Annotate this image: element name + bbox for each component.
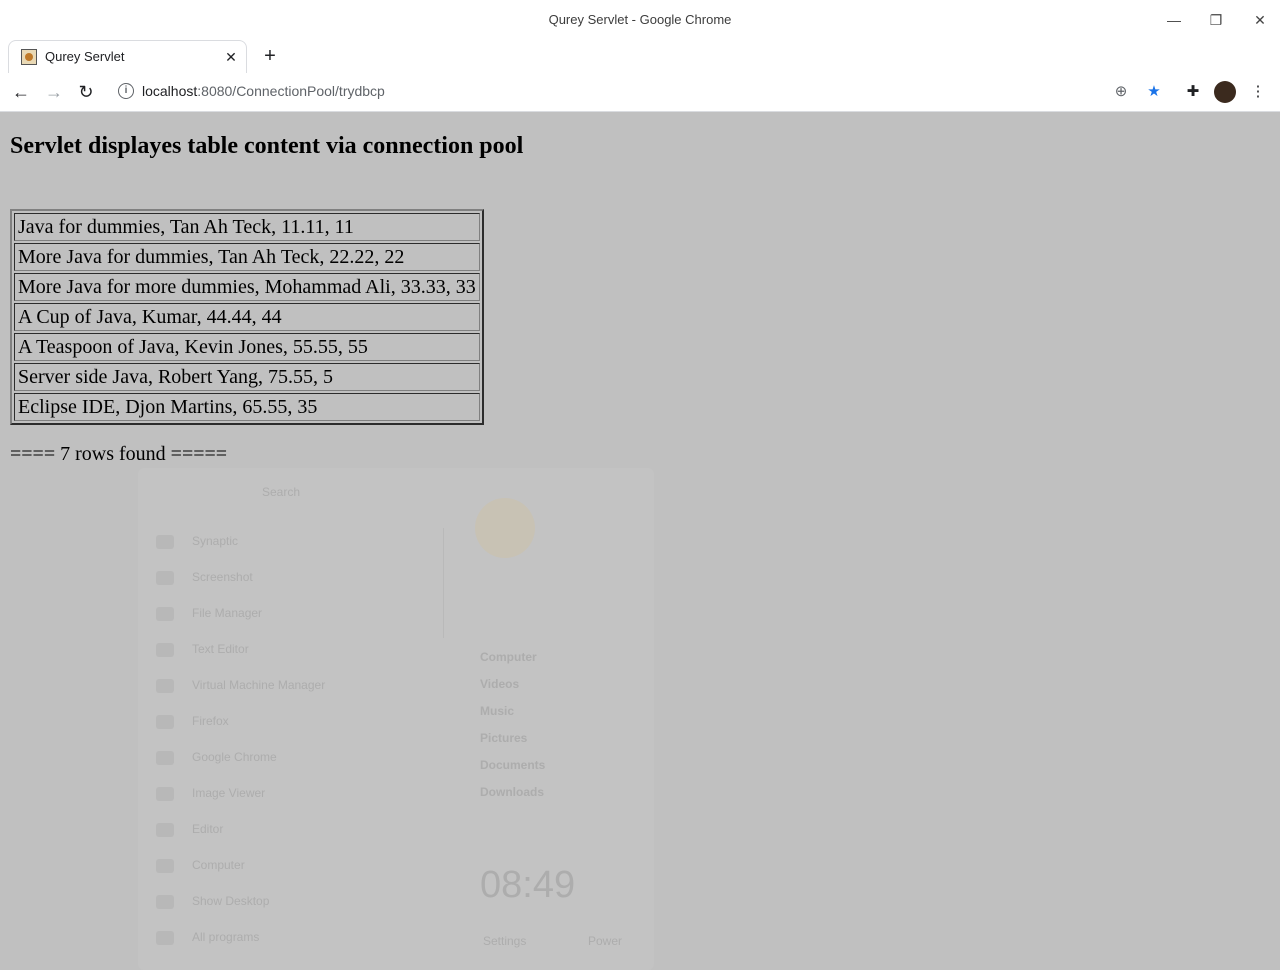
tab-close-icon[interactable]: ✕ — [222, 48, 240, 66]
forward-icon[interactable]: → — [43, 81, 65, 103]
menu-app-label: Virtual Machine Manager — [192, 678, 326, 692]
menu-app-item[interactable]: Synaptic — [156, 534, 238, 552]
menu-place-item[interactable]: Music — [480, 704, 514, 718]
menu-app-item[interactable]: Editor — [156, 822, 223, 840]
tab-qurey-servlet[interactable]: Qurey Servlet ✕ — [8, 40, 247, 73]
menu-settings[interactable]: Settings — [483, 934, 526, 948]
menu-power[interactable]: Power — [588, 934, 622, 948]
table-cell: A Cup of Java, Kumar, 44.44, 44 — [14, 303, 480, 331]
menu-app-item[interactable]: All programs — [156, 930, 259, 948]
menu-divider — [443, 528, 444, 638]
menu-app-label: Show Desktop — [192, 894, 270, 908]
results-table-body: Java for dummies, Tan Ah Teck, 11.11, 11… — [14, 213, 480, 421]
url-path: :8080/ConnectionPool/trydbcp — [197, 83, 385, 99]
app-icon — [156, 930, 174, 945]
app-icon — [156, 858, 174, 873]
address-bar[interactable]: i localhost:8080/ConnectionPool/trydbcp — [112, 77, 1172, 107]
menu-search[interactable]: Search — [262, 485, 300, 499]
app-icon — [156, 822, 174, 837]
app-icon — [156, 534, 174, 549]
menu-app-item[interactable]: Show Desktop — [156, 894, 269, 912]
menu-place-item[interactable]: Downloads — [480, 785, 544, 799]
menu-app-item[interactable]: Text Editor — [156, 642, 249, 660]
menu-place-item[interactable]: Computer — [480, 650, 537, 664]
rows-found-text: ==== 7 rows found ===== — [10, 443, 228, 465]
table-row: A Cup of Java, Kumar, 44.44, 44 — [14, 303, 480, 331]
menu-app-label: All programs — [192, 930, 260, 944]
menu-app-label: Editor — [192, 822, 224, 836]
table-cell: More Java for more dummies, Mohammad Ali… — [14, 273, 480, 301]
table-row: Eclipse IDE, Djon Martins, 65.55, 35 — [14, 393, 480, 421]
app-icon — [156, 714, 174, 729]
site-info-icon[interactable]: i — [118, 83, 134, 99]
app-icon — [156, 750, 174, 765]
table-row: More Java for dummies, Tan Ah Teck, 22.2… — [14, 243, 480, 271]
app-icon — [156, 606, 174, 621]
results-table: Java for dummies, Tan Ah Teck, 11.11, 11… — [10, 209, 484, 425]
menu-app-label: Computer — [192, 858, 245, 872]
menu-app-item[interactable]: Firefox — [156, 714, 229, 732]
extensions-icon[interactable]: ✚ — [1183, 82, 1203, 102]
table-row: A Teaspoon of Java, Kevin Jones, 55.55, … — [14, 333, 480, 361]
menu-app-label: Image Viewer — [192, 786, 266, 800]
menu-app-label: File Manager — [192, 606, 263, 620]
start-menu-overlay: Search Synaptic Screenshot File Manager Tex… — [138, 468, 654, 970]
url-host: localhost — [142, 83, 198, 99]
menu-app-item[interactable]: Computer — [156, 858, 245, 876]
table-row: More Java for more dummies, Mohammad Ali… — [14, 273, 480, 301]
menu-icon[interactable]: ⋮ — [1248, 82, 1268, 102]
menu-app-label: Synaptic — [192, 534, 239, 548]
tab-title: Qurey Servlet — [45, 49, 125, 64]
back-icon[interactable]: ← — [10, 81, 32, 103]
menu-app-item[interactable]: Screenshot — [156, 570, 253, 588]
browser-toolbar: ← → ↻ i localhost:8080/ConnectionPool/tr… — [0, 73, 1280, 112]
table-row: Server side Java, Robert Yang, 75.55, 5 — [14, 363, 480, 391]
menu-app-label: Firefox — [192, 714, 229, 728]
table-cell: Server side Java, Robert Yang, 75.55, 5 — [14, 363, 480, 391]
profile-avatar[interactable] — [1214, 81, 1236, 103]
menu-app-item[interactable]: Image Viewer — [156, 786, 265, 804]
table-cell: More Java for dummies, Tan Ah Teck, 22.2… — [14, 243, 480, 271]
app-icon — [156, 894, 174, 909]
menu-app-item[interactable]: Google Chrome — [156, 750, 277, 768]
app-icon — [156, 786, 174, 801]
new-tab-button[interactable]: + — [260, 45, 280, 67]
menu-place-item[interactable]: Videos — [480, 677, 519, 691]
zoom-icon[interactable]: ⊕ — [1111, 82, 1131, 102]
menu-clock: 08:49 — [480, 864, 576, 906]
restore-button[interactable]: ❐ — [1206, 10, 1226, 30]
bookmark-star-icon[interactable]: ★ — [1144, 82, 1164, 102]
menu-app-item[interactable]: File Manager — [156, 606, 262, 624]
table-cell: A Teaspoon of Java, Kevin Jones, 55.55, … — [14, 333, 480, 361]
app-icon — [156, 570, 174, 585]
menu-place-item[interactable]: Pictures — [480, 731, 527, 745]
menu-app-label: Screenshot — [192, 570, 253, 584]
close-window-button[interactable]: ✕ — [1250, 10, 1270, 30]
table-row: Java for dummies, Tan Ah Teck, 11.11, 11 — [14, 213, 480, 241]
menu-app-label: Google Chrome — [192, 750, 277, 764]
window-titlebar: Qurey Servlet - Google Chrome — ❐ ✕ — [0, 0, 1280, 40]
window-title: Qurey Servlet - Google Chrome — [548, 12, 732, 27]
menu-app-label: Text Editor — [192, 642, 249, 656]
menu-app-item[interactable]: Virtual Machine Manager — [156, 678, 325, 696]
app-icon — [156, 642, 174, 657]
reload-icon[interactable]: ↻ — [75, 81, 97, 103]
favicon-icon — [21, 49, 37, 65]
url-text[interactable]: localhost:8080/ConnectionPool/trydbcp — [142, 83, 385, 99]
table-cell: Eclipse IDE, Djon Martins, 65.55, 35 — [14, 393, 480, 421]
menu-place-item[interactable]: Documents — [480, 758, 545, 772]
tab-strip: Qurey Servlet ✕ + — [0, 40, 1280, 74]
table-cell: Java for dummies, Tan Ah Teck, 11.11, 11 — [14, 213, 480, 241]
page-heading: Servlet displayes table content via conn… — [10, 133, 524, 159]
minimize-button[interactable]: — — [1164, 10, 1184, 30]
app-icon — [156, 678, 174, 693]
menu-logo — [475, 498, 535, 558]
